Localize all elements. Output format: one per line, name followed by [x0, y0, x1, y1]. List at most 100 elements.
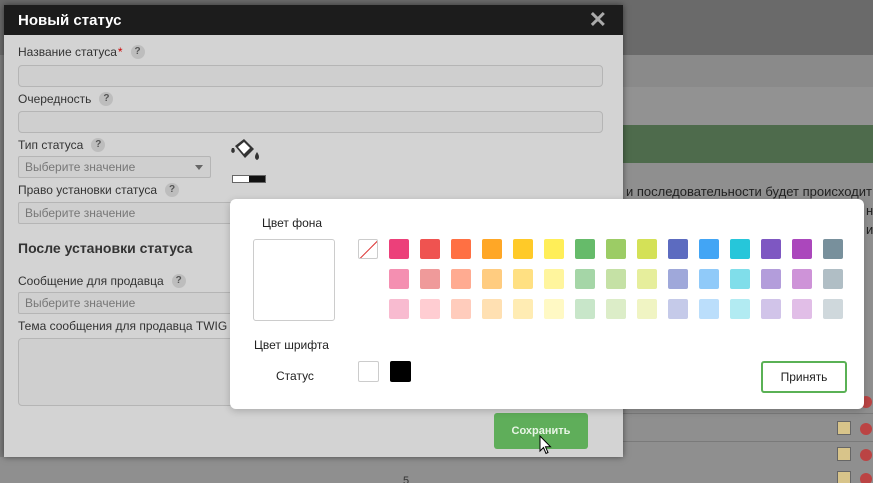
- modal-header: Новый статус ✕: [4, 5, 623, 35]
- font-color-black-swatch[interactable]: [390, 361, 411, 382]
- color-swatch[interactable]: [420, 269, 440, 289]
- color-swatch[interactable]: [482, 299, 502, 319]
- seller-message-select[interactable]: Выберите значение: [18, 292, 248, 314]
- color-swatch[interactable]: [606, 239, 626, 259]
- color-picker-popup: Цвет фона Цвет шрифта Статус Принять: [230, 199, 864, 409]
- background-green-bar: [623, 125, 873, 163]
- mouse-cursor-icon: [539, 435, 552, 455]
- background-text: н: [866, 203, 873, 218]
- color-swatch[interactable]: [389, 299, 409, 319]
- color-swatch[interactable]: [668, 299, 688, 319]
- color-swatch[interactable]: [668, 269, 688, 289]
- background-text: и: [866, 222, 873, 237]
- color-swatch[interactable]: [451, 269, 471, 289]
- color-swatch[interactable]: [575, 269, 595, 289]
- color-swatch[interactable]: [513, 239, 533, 259]
- color-palette: [358, 239, 843, 319]
- color-swatch[interactable]: [451, 299, 471, 319]
- delete-icon[interactable]: [860, 473, 872, 483]
- status-preview-label: Статус: [276, 369, 314, 383]
- order-label: Очередность ?: [18, 92, 114, 106]
- color-preview-box: [253, 239, 335, 321]
- color-swatch[interactable]: [606, 299, 626, 319]
- dropdown-arrow-icon: [195, 165, 203, 170]
- seller-subject-textarea[interactable]: [18, 338, 248, 406]
- seller-message-label-text: Сообщение для продавца: [18, 274, 164, 288]
- delete-icon[interactable]: [860, 423, 872, 435]
- status-type-select[interactable]: Выберите значение: [18, 156, 211, 178]
- color-swatch[interactable]: [699, 269, 719, 289]
- color-swatch[interactable]: [637, 299, 657, 319]
- edit-icon[interactable]: [837, 471, 851, 483]
- seller-subject-label: Тема сообщения для продавца TWIG: [18, 319, 227, 333]
- color-swatch[interactable]: [575, 239, 595, 259]
- background-text: и последовательности будет происходит: [626, 184, 872, 199]
- close-icon[interactable]: ✕: [589, 9, 607, 31]
- color-swatch[interactable]: [637, 239, 657, 259]
- set-right-label: Право установки статуса ?: [18, 183, 180, 197]
- help-icon[interactable]: ?: [99, 92, 114, 106]
- required-mark: *: [117, 45, 123, 59]
- color-swatch[interactable]: [730, 239, 750, 259]
- color-swatch[interactable]: [792, 269, 812, 289]
- color-swatch[interactable]: [792, 299, 812, 319]
- help-icon[interactable]: ?: [130, 45, 145, 59]
- color-swatch[interactable]: [482, 269, 502, 289]
- font-color-label: Цвет шрифта: [254, 338, 329, 352]
- color-swatch[interactable]: [730, 269, 750, 289]
- color-swatch[interactable]: [761, 239, 781, 259]
- background-row: [623, 87, 873, 125]
- color-swatch[interactable]: [544, 269, 564, 289]
- status-type-placeholder: Выберите значение: [25, 160, 136, 174]
- color-swatch[interactable]: [823, 299, 843, 319]
- color-swatch[interactable]: [792, 239, 812, 259]
- color-swatch[interactable]: [606, 269, 626, 289]
- color-swatch[interactable]: [544, 239, 564, 259]
- background-divider: [623, 441, 873, 442]
- bg-color-label: Цвет фона: [262, 216, 323, 230]
- help-icon[interactable]: ?: [171, 274, 186, 288]
- status-name-input[interactable]: [18, 65, 603, 87]
- color-swatch[interactable]: [513, 269, 533, 289]
- edit-icon[interactable]: [837, 447, 851, 461]
- color-swatch[interactable]: [544, 299, 564, 319]
- color-swatch[interactable]: [482, 239, 502, 259]
- background-divider: [623, 413, 873, 414]
- seller-message-placeholder: Выберите значение: [25, 296, 136, 310]
- color-swatch[interactable]: [513, 299, 533, 319]
- color-swatch[interactable]: [761, 269, 781, 289]
- status-type-label: Тип статуса ?: [18, 138, 106, 152]
- color-preview-bar[interactable]: [232, 175, 266, 183]
- color-swatch[interactable]: [699, 299, 719, 319]
- color-swatch[interactable]: [420, 299, 440, 319]
- color-swatch[interactable]: [637, 269, 657, 289]
- section-title: После установки статуса: [18, 240, 193, 256]
- color-swatch[interactable]: [389, 239, 409, 259]
- help-icon[interactable]: ?: [165, 183, 180, 197]
- status-type-label-text: Тип статуса: [18, 138, 84, 152]
- paint-bucket-icon[interactable]: [229, 138, 265, 168]
- color-swatch[interactable]: [420, 239, 440, 259]
- order-input[interactable]: [18, 111, 603, 133]
- color-swatch[interactable]: [823, 269, 843, 289]
- set-right-label-text: Право установки статуса: [18, 183, 158, 197]
- color-swatch[interactable]: [730, 299, 750, 319]
- delete-icon[interactable]: [860, 449, 872, 461]
- help-icon[interactable]: ?: [91, 138, 106, 152]
- edit-icon[interactable]: [837, 421, 851, 435]
- set-right-placeholder: Выберите значение: [25, 206, 136, 220]
- background-row: [623, 55, 873, 87]
- color-swatch[interactable]: [668, 239, 688, 259]
- no-color-swatch[interactable]: [358, 239, 378, 259]
- color-swatch[interactable]: [761, 299, 781, 319]
- color-swatch[interactable]: [823, 239, 843, 259]
- set-right-select[interactable]: Выберите значение: [18, 202, 248, 224]
- order-label-text: Очередность: [18, 92, 92, 106]
- empty-swatch-slot: [358, 269, 378, 289]
- color-swatch[interactable]: [451, 239, 471, 259]
- accept-button[interactable]: Принять: [761, 361, 847, 393]
- color-swatch[interactable]: [575, 299, 595, 319]
- font-color-white-swatch[interactable]: [358, 361, 379, 382]
- color-swatch[interactable]: [699, 239, 719, 259]
- color-swatch[interactable]: [389, 269, 409, 289]
